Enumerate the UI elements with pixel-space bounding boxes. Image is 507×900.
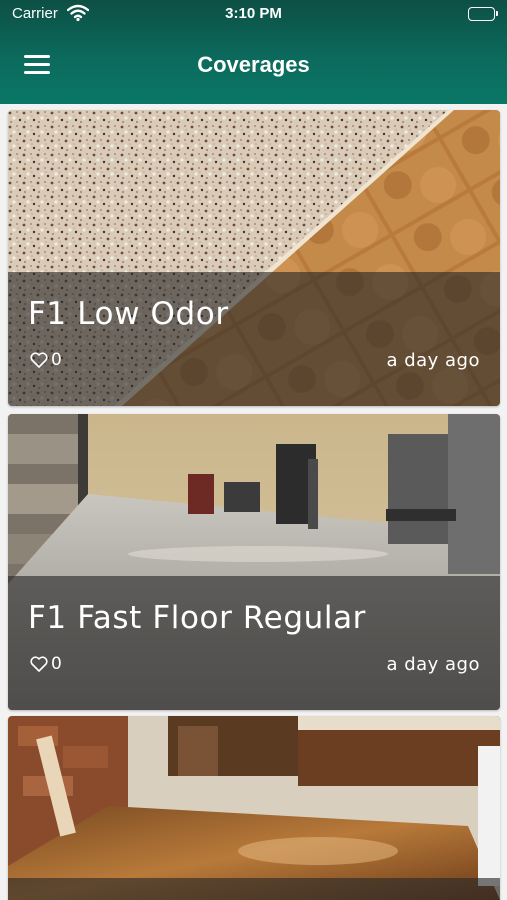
coverage-card[interactable]: F1 Low Odor 0 a day ago bbox=[8, 110, 500, 406]
card-title: F1 Fast Floor Regular bbox=[28, 600, 367, 636]
status-bar: Carrier 3:10 PM bbox=[0, 0, 507, 30]
card-info-overlay: F1 Fast Floor Regular 0 a day ago bbox=[8, 576, 500, 710]
like-button[interactable]: 0 bbox=[30, 350, 62, 370]
coverage-card[interactable] bbox=[8, 716, 500, 900]
heart-icon bbox=[30, 352, 48, 368]
like-count: 0 bbox=[51, 654, 62, 674]
app-header: Carrier 3:10 PM Coverages bbox=[0, 0, 507, 104]
like-count: 0 bbox=[51, 350, 62, 370]
card-timestamp: a day ago bbox=[386, 654, 480, 675]
status-time: 3:10 PM bbox=[225, 5, 282, 22]
coverage-card[interactable]: F1 Fast Floor Regular 0 a day ago bbox=[8, 414, 500, 710]
heart-icon bbox=[30, 656, 48, 672]
battery-icon bbox=[468, 7, 498, 21]
like-button[interactable]: 0 bbox=[30, 654, 62, 674]
card-title: F1 Low Odor bbox=[28, 296, 229, 332]
card-info-overlay bbox=[8, 878, 500, 900]
card-image bbox=[8, 716, 500, 900]
card-timestamp: a day ago bbox=[386, 350, 480, 371]
card-info-overlay: F1 Low Odor 0 a day ago bbox=[8, 272, 500, 406]
page-title: Coverages bbox=[197, 52, 310, 77]
